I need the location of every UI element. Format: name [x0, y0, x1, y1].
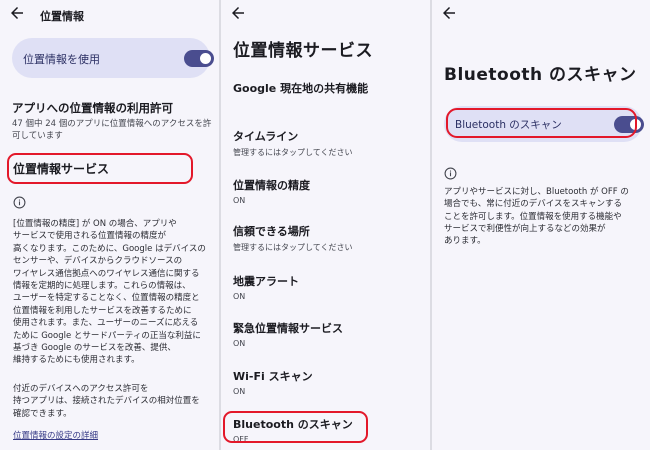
bluetooth-scan-description: アプリやサービスに対し、Bluetooth が OFF の 場合でも、常に付近の… — [444, 187, 629, 247]
list-item-subtitle: ON — [233, 339, 246, 348]
list-item-accuracy[interactable]: 位置情報の精度 ON — [233, 177, 310, 205]
list-item-title: 位置情報の精度 — [233, 179, 310, 192]
list-item-title: 地震アラート — [233, 275, 299, 288]
topbar-title: 位置情報 — [40, 10, 84, 23]
list-item-subtitle: 管理するにはタップしてください — [233, 148, 353, 157]
list-item-wifi-scan[interactable]: Wi-Fi スキャン ON — [233, 368, 313, 396]
nearby-devices-text: 付近のデバイスへのアクセス許可を 持つアプリは、接続されたデバイスの相対位置を … — [13, 384, 200, 419]
back-arrow-icon[interactable] — [8, 4, 26, 22]
list-item-title: 緊急位置情報サービス — [233, 322, 343, 335]
switch-knob — [200, 53, 211, 64]
highlight-bluetooth-toggle — [446, 108, 637, 138]
list-item-trusted-places[interactable]: 信頼できる場所 管理するにはタップしてください — [233, 223, 353, 253]
list-item-title: Google 現在地の共有機能 — [233, 82, 369, 95]
list-item-title: Wi-Fi スキャン — [233, 370, 313, 383]
list-item-subtitle: ON — [233, 387, 246, 396]
bluetooth-scan-panel: Bluetooth のスキャン Bluetooth のスキャン アプリやサービス… — [432, 0, 650, 450]
location-settings-details-link[interactable]: 位置情報の設定の詳細 — [13, 429, 98, 441]
use-location-switch[interactable] — [184, 50, 214, 67]
page-title: Bluetooth のスキャン — [444, 65, 637, 85]
highlight-bluetooth-scan-item — [223, 411, 368, 443]
list-item-earthquake-alerts[interactable]: 地震アラート ON — [233, 273, 299, 301]
list-item-emergency-location[interactable]: 緊急位置情報サービス ON — [233, 320, 343, 348]
use-location-toggle-card[interactable]: 位置情報を使用 — [12, 38, 214, 78]
list-item-location-sharing[interactable]: Google 現在地の共有機能 — [233, 80, 368, 96]
list-item-subtitle: ON — [233, 196, 246, 205]
app-permission-title[interactable]: アプリへの位置情報の利用許可 — [12, 100, 173, 116]
list-item-title: タイムライン — [233, 130, 299, 143]
location-services-panel: 位置情報サービス Google 現在地の共有機能 タイムライン 管理するにはタッ… — [221, 0, 430, 450]
highlight-location-services — [7, 153, 193, 184]
use-location-label: 位置情報を使用 — [23, 53, 100, 66]
location-settings-panel: 位置情報 位置情報を使用 アプリへの位置情報の利用許可 47 個中 24 個のア… — [0, 0, 219, 450]
list-item-subtitle: 管理するにはタップしてください — [233, 243, 353, 252]
list-item-subtitle: ON — [233, 292, 246, 301]
back-arrow-icon[interactable] — [229, 4, 247, 22]
page-title: 位置情報サービス — [233, 41, 373, 61]
info-icon — [13, 196, 26, 209]
back-arrow-icon[interactable] — [440, 4, 458, 22]
accuracy-info-text: [位置情報の精度] が ON の場合、アプリや サービスで使用される位置情報の精… — [13, 219, 206, 366]
app-permission-subtitle: 47 個中 24 個のアプリに位置情報へのアクセスを許可しています — [12, 119, 212, 141]
list-item-timeline[interactable]: タイムライン 管理するにはタップしてください — [233, 128, 353, 158]
list-item-title: 信頼できる場所 — [233, 225, 310, 238]
info-icon — [444, 167, 457, 180]
